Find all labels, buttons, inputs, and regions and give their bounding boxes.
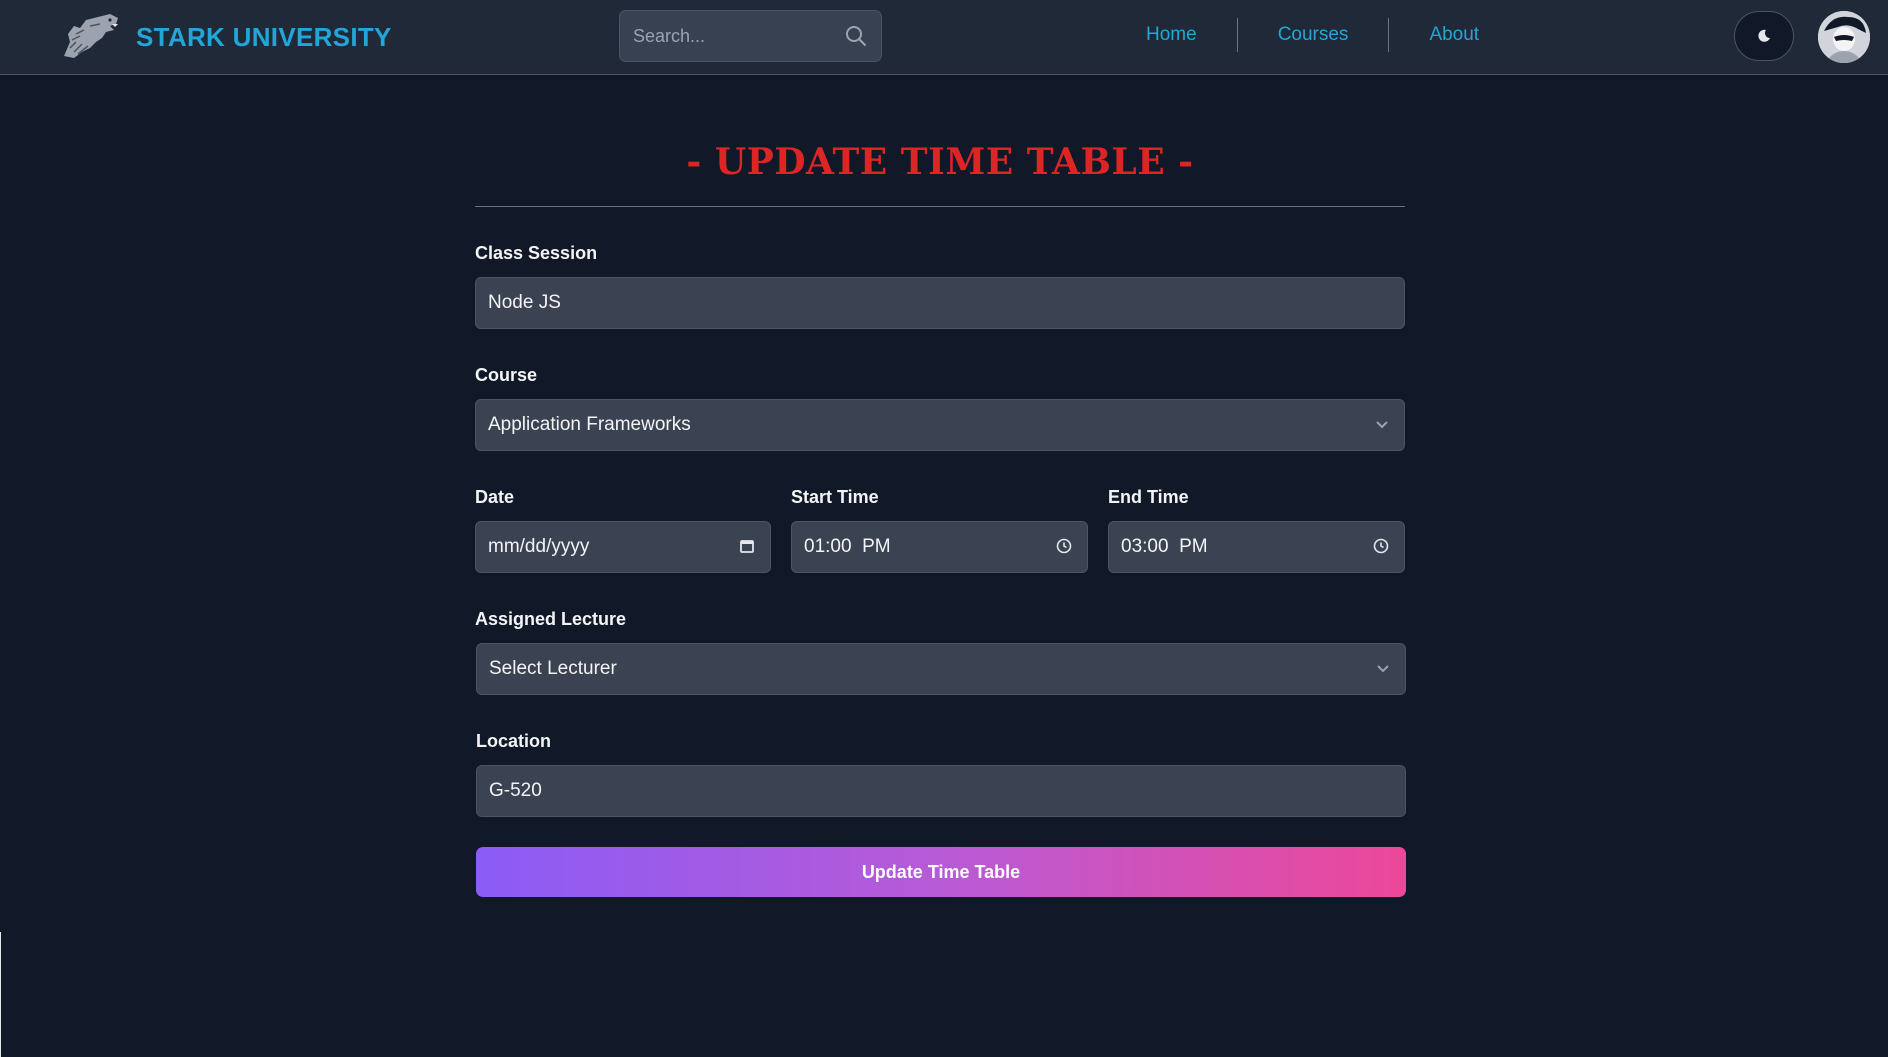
lecturer-select[interactable]: Select Lecturer <box>476 643 1406 695</box>
date-input[interactable]: mm/dd/yyyy <box>475 521 771 573</box>
window-edge <box>0 932 1 1057</box>
theme-toggle-button[interactable] <box>1734 11 1794 61</box>
page-title: - UPDATE TIME TABLE - <box>686 141 1194 183</box>
start-time-input[interactable]: 01:00 PM <box>791 521 1088 573</box>
course-selected-value: Application Frameworks <box>488 414 691 435</box>
avatar-image-icon <box>1818 11 1870 63</box>
lecturer-selected-value: Select Lecturer <box>489 658 617 679</box>
brand[interactable]: STARK UNIVERSITY <box>60 12 392 62</box>
course-label: Course <box>475 365 538 385</box>
location-value: G-520 <box>489 780 542 801</box>
top-navbar: STARK UNIVERSITY Home Courses About <box>0 0 1888 75</box>
lecturer-label: Assigned Lecture <box>475 609 627 629</box>
clock-icon[interactable] <box>1055 537 1073 555</box>
end-time-label: End Time <box>1108 487 1189 507</box>
chevron-down-icon <box>1377 665 1389 673</box>
chevron-down-icon <box>1376 421 1388 429</box>
class-session-input[interactable]: Node JS <box>475 277 1405 329</box>
end-time-input[interactable]: 03:00 PM <box>1108 521 1405 573</box>
location-label: Location <box>476 731 551 751</box>
search-input[interactable] <box>620 11 840 61</box>
main-nav: Home Courses About <box>1120 18 1519 52</box>
start-time-value: 01:00 PM <box>804 536 891 557</box>
search-box[interactable] <box>619 10 882 62</box>
nav-courses-link[interactable]: Courses <box>1238 18 1389 52</box>
class-session-value: Node JS <box>488 292 561 313</box>
moon-icon <box>1758 29 1770 42</box>
update-timetable-button[interactable]: Update Time Table <box>476 847 1406 897</box>
location-input[interactable]: G-520 <box>476 765 1406 817</box>
clock-icon[interactable] <box>1372 537 1390 555</box>
date-label: Date <box>475 487 515 507</box>
brand-name: STARK UNIVERSITY <box>136 21 392 52</box>
user-avatar[interactable] <box>1818 11 1870 63</box>
search-icon[interactable] <box>845 25 867 47</box>
nav-about-link[interactable]: About <box>1389 18 1519 52</box>
calendar-icon[interactable] <box>738 537 756 555</box>
date-value: mm/dd/yyyy <box>488 536 590 557</box>
direwolf-logo-icon <box>64 14 118 58</box>
course-select[interactable]: Application Frameworks <box>475 399 1405 451</box>
start-time-label: Start Time <box>791 487 879 507</box>
end-time-value: 03:00 PM <box>1121 536 1208 557</box>
title-divider <box>475 206 1405 207</box>
class-session-label: Class Session <box>475 243 598 263</box>
nav-home-link[interactable]: Home <box>1120 18 1237 52</box>
